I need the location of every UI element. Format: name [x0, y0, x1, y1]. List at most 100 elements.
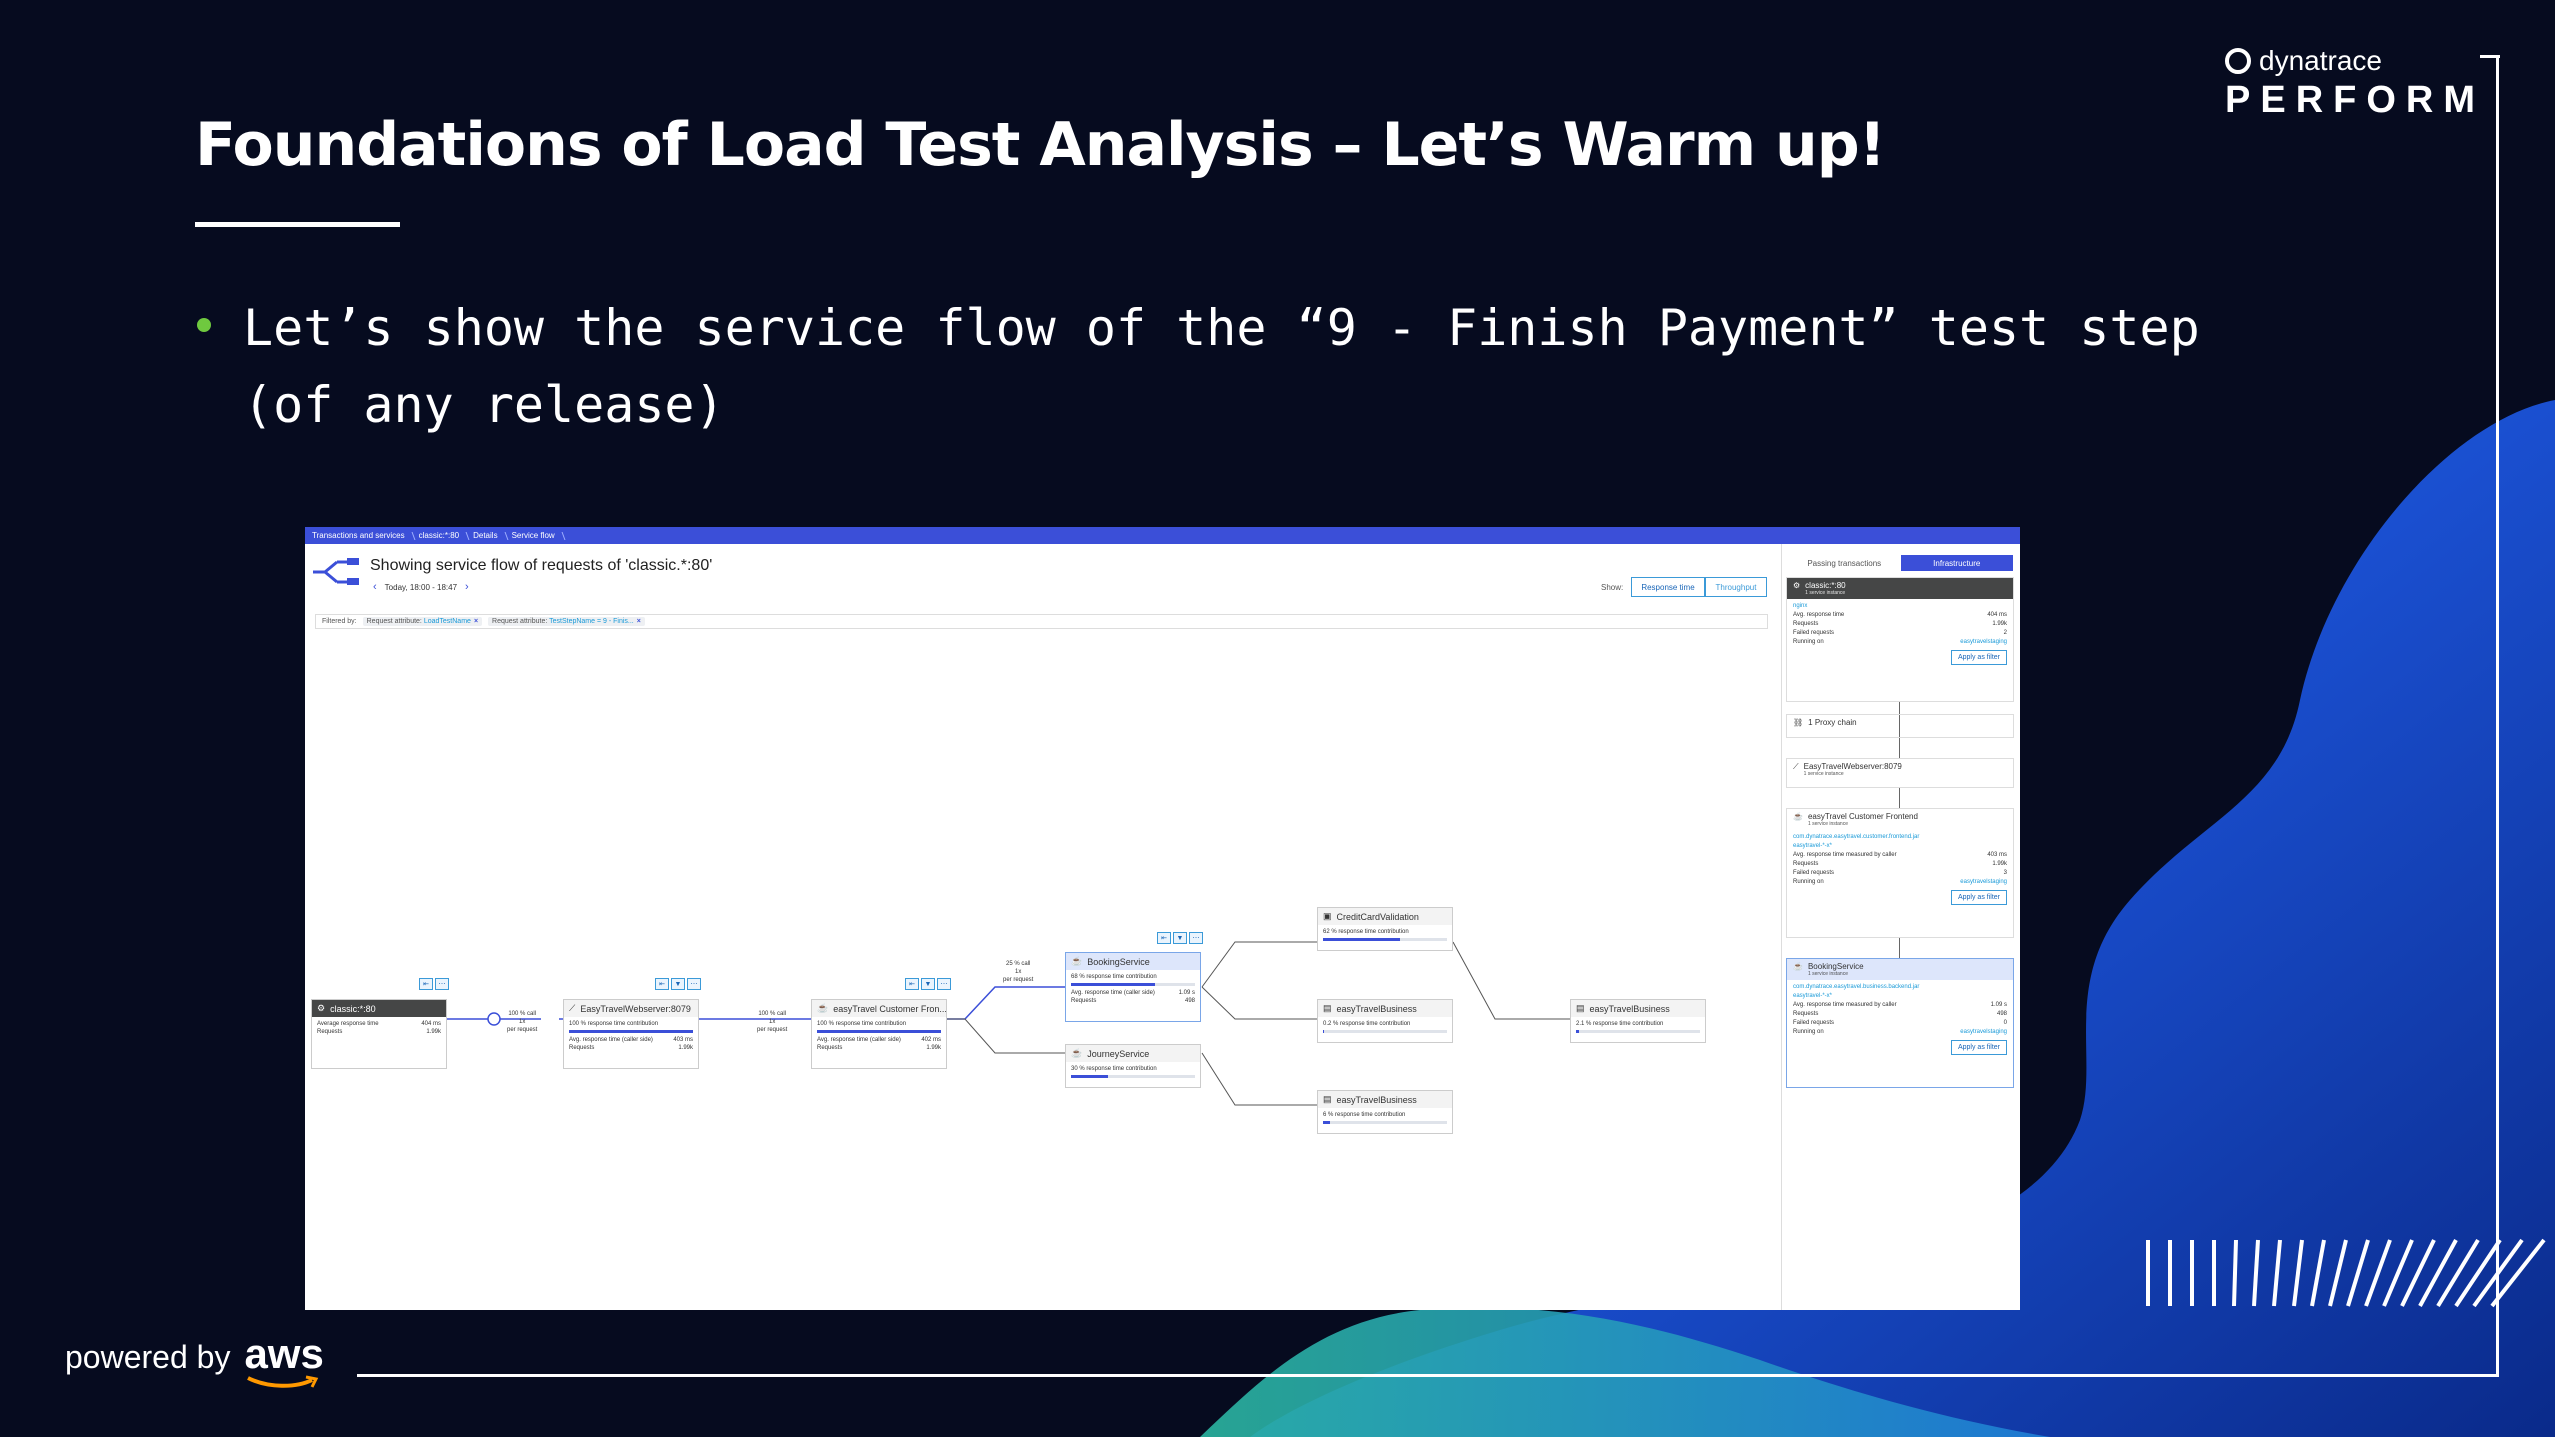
service-node-journey[interactable]: ☕ JourneyService 30 % response time contr…: [1065, 1044, 1201, 1088]
more-icon[interactable]: ⋯: [937, 978, 951, 990]
more-icon[interactable]: ⋯: [1189, 932, 1203, 944]
apply-filter-button[interactable]: Apply as filter: [1950, 890, 2007, 905]
aws-logo: aws: [244, 1330, 324, 1388]
brand-logo: dynatrace PERFORM: [2225, 45, 2485, 122]
node-actions: ⇤ ▼ ⋯: [655, 978, 701, 990]
card-title: classic:*:80: [1805, 581, 1846, 590]
call-percentage: 100 % call: [508, 1011, 537, 1017]
contribution-bar: [1576, 1030, 1700, 1033]
aws-smile-icon: [247, 1375, 319, 1388]
metric-value: 403 ms: [673, 1037, 693, 1043]
contribution-fill: [817, 1030, 941, 1033]
call-percentage: 25 % call: [1006, 961, 1031, 967]
service-node-creditcard[interactable]: ▣ CreditCardValidation 62 % response time…: [1317, 907, 1453, 951]
panel-connector: [1899, 738, 1900, 758]
service-node-classic[interactable]: ⚙ classic:*:80 Average response time 404 m…: [311, 999, 447, 1069]
proxy-node-icon: [487, 1012, 501, 1026]
apply-filter-button[interactable]: Apply as filter: [1950, 650, 2007, 665]
throughput-toggle[interactable]: Throughput: [1705, 577, 1767, 597]
timeframe-label[interactable]: Today, 18:00 - 18:47: [385, 583, 457, 592]
collapse-icon[interactable]: ⇤: [905, 978, 919, 990]
database-icon: ▤: [1576, 1003, 1585, 1013]
contribution-bar: [569, 1030, 693, 1033]
service-node-business-3[interactable]: ▤ easyTravelBusiness 2.1 % response time …: [1570, 999, 1706, 1043]
contribution-bar: [1323, 1030, 1447, 1033]
close-icon[interactable]: ×: [474, 618, 478, 625]
metric-value: 404 ms: [1987, 612, 2007, 618]
metric-value: 404 ms: [421, 1021, 441, 1027]
process-link[interactable]: com.dynatrace.easytravel.customer.fronte…: [1793, 833, 2007, 842]
host-link[interactable]: easytravelstaging: [1960, 1028, 2007, 1037]
metric-label: Running on: [1793, 1029, 1824, 1035]
node-name: easyTravelBusiness: [1336, 1094, 1417, 1105]
tab-passing-transactions[interactable]: Passing transactions: [1788, 555, 1901, 571]
filter-chip-loadtestname[interactable]: Request attribute: LoadTestName ×: [362, 617, 483, 626]
metric-label: Failed requests: [1793, 870, 1835, 876]
collapse-icon[interactable]: ⇤: [655, 978, 669, 990]
filter-chip-teststepname[interactable]: Request attribute: TestStepName = 9 - Fi…: [488, 617, 645, 626]
filter-bar[interactable]: Filtered by: Request attribute: LoadTest…: [315, 614, 1768, 629]
more-icon[interactable]: ⋯: [687, 978, 701, 990]
chevron-left-icon[interactable]: ‹: [373, 581, 377, 593]
metric-value: 1.99k: [1992, 621, 2007, 627]
contribution-fill: [1071, 1075, 1109, 1078]
collapse-icon[interactable]: ⇤: [419, 978, 433, 990]
breadcrumb-classic[interactable]: classic:*:80: [412, 531, 466, 540]
contribution-label: 0.2 % response time contribution: [1323, 1021, 1411, 1027]
filter-label: Filtered by:: [322, 618, 357, 625]
close-icon[interactable]: ×: [637, 618, 641, 625]
service-node-booking[interactable]: ☕ BookingService 68 % response time contr…: [1065, 952, 1201, 1022]
process-group-link[interactable]: easytravel-*-x*: [1793, 992, 2007, 1001]
host-link[interactable]: easytravelstaging: [1960, 638, 2007, 647]
timeframe-selector[interactable]: ‹ Today, 18:00 - 18:47 ›: [373, 581, 469, 593]
panel-card-proxy[interactable]: ⛓ 1 Proxy chain: [1786, 714, 2014, 738]
service-node-frontend[interactable]: ☕ easyTravel Customer Fron... 100 % respo…: [811, 999, 947, 1069]
metric-label: Running on: [1793, 879, 1824, 885]
tab-infrastructure[interactable]: Infrastructure: [1900, 555, 2013, 571]
card-subtitle: 1 service instance: [1807, 971, 1848, 977]
filter-icon[interactable]: ▼: [921, 978, 935, 990]
service-node-webserver[interactable]: ⟋ EasyTravelWebserver:8079 100 % response…: [563, 999, 699, 1069]
chevron-right-icon[interactable]: ›: [465, 581, 469, 593]
per-request-label: per request: [757, 1027, 788, 1033]
flow-links: [447, 941, 1570, 1106]
panel-card-classic[interactable]: ⚙ classic:*:80 1 service instance nginx A…: [1786, 577, 2014, 702]
filter-icon[interactable]: ▼: [671, 978, 685, 990]
process-link[interactable]: com.dynatrace.easytravel.business.backen…: [1793, 983, 2007, 992]
java-service-icon: ☕: [1793, 812, 1803, 821]
metric-value: 498: [1184, 998, 1195, 1004]
panel-card-webserver[interactable]: ⟋ EasyTravelWebserver:8079 1 service inst…: [1786, 758, 2014, 788]
breadcrumb-transactions[interactable]: Transactions and services: [305, 531, 412, 540]
card-title: BookingService: [1807, 962, 1864, 971]
response-time-toggle[interactable]: Response time: [1631, 577, 1705, 597]
edge-label-3: 25 % call 1x per request: [1003, 960, 1033, 984]
apply-filter-button[interactable]: Apply as filter: [1950, 1040, 2007, 1055]
panel-card-frontend[interactable]: ☕ easyTravel Customer Frontend 1 service …: [1786, 808, 2014, 938]
metric-value: 1.09 s: [1990, 1002, 2007, 1008]
side-panel-tabs: Passing transactions Infrastructure: [1788, 555, 2013, 571]
service-node-business-1[interactable]: ▤ easyTravelBusiness 0.2 % response time …: [1317, 999, 1453, 1043]
metric-label: Failed requests: [1793, 1020, 1835, 1026]
process-group-link[interactable]: easytravel-*-x*: [1793, 842, 2007, 851]
more-icon[interactable]: ⋯: [435, 978, 449, 990]
process-link[interactable]: nginx: [1793, 602, 2007, 611]
breadcrumb-details[interactable]: Details: [466, 531, 504, 540]
contribution-fill: [1576, 1030, 1579, 1033]
panel-card-booking[interactable]: ☕ BookingService 1 service instance com.d…: [1786, 958, 2014, 1088]
filter-icon[interactable]: ▼: [1173, 932, 1187, 944]
node-name: easyTravel Customer Fron...: [833, 1003, 946, 1014]
contribution-bar: [1071, 983, 1195, 986]
metric-label: Requests: [1793, 621, 1819, 627]
filter-key: Request attribute:: [366, 618, 422, 625]
edge-label-1: 100 % call 1x per request: [507, 1010, 537, 1034]
frame-line-bottom: [357, 1374, 2499, 1377]
metric-value: 1.09 s: [1178, 990, 1195, 996]
filter-key: Request attribute:: [492, 618, 548, 625]
edge-label-2: 100 % call 1x per request: [757, 1010, 787, 1034]
metric-value: 2: [2003, 630, 2007, 636]
breadcrumb-service-flow[interactable]: Service flow: [505, 531, 562, 540]
collapse-icon[interactable]: ⇤: [1157, 932, 1171, 944]
brand-event: PERFORM: [2225, 79, 2485, 121]
host-link[interactable]: easytravelstaging: [1960, 878, 2007, 887]
service-node-business-2[interactable]: ▤ easyTravelBusiness 6 % response time co…: [1317, 1090, 1453, 1134]
